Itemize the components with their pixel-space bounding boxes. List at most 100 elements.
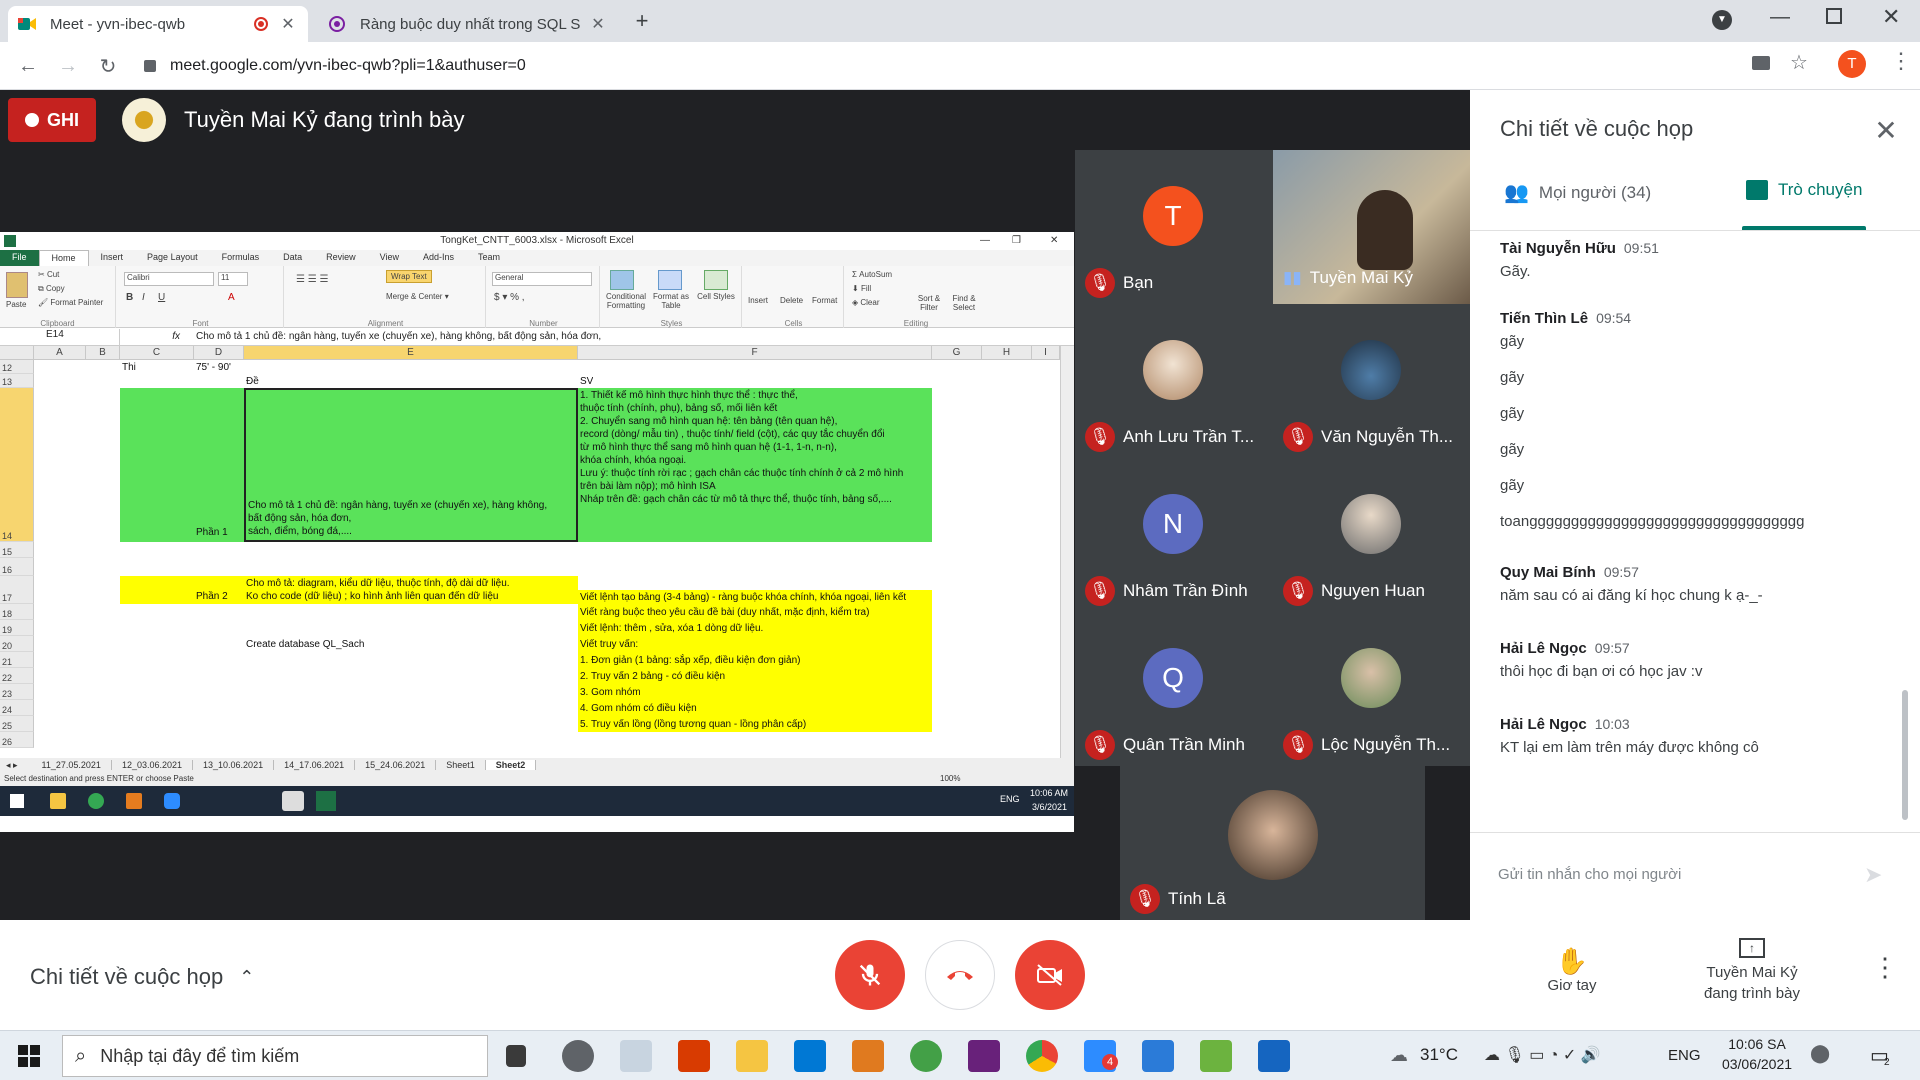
clock[interactable]: 10:06 SA 03/06/2021: [1712, 1036, 1802, 1072]
office-icon[interactable]: [678, 1040, 710, 1072]
copy-button[interactable]: ⧉ Copy: [38, 284, 65, 294]
row-header[interactable]: 13: [0, 374, 34, 388]
font-name-select[interactable]: Calibri: [124, 272, 214, 286]
spreadsheet-grid[interactable]: A B C D E F G H I 12 13 14 15 16 17 18 1…: [0, 346, 1060, 758]
column-header[interactable]: H: [982, 346, 1032, 360]
photos-icon[interactable]: [1258, 1040, 1290, 1072]
meeting-details-button[interactable]: Chi tiết về cuộc họp ⌃: [30, 964, 254, 990]
ribbon-tab-file[interactable]: File: [0, 250, 39, 266]
participant-tile[interactable]: 🎙 Nguyen Huan: [1273, 458, 1470, 612]
row-header[interactable]: 23: [0, 684, 34, 700]
profile-avatar[interactable]: T: [1838, 50, 1866, 78]
snipping-tool-icon[interactable]: [620, 1040, 652, 1072]
sheet-tab[interactable]: 11_27.05.2021: [32, 760, 112, 770]
participant-tile[interactable]: Q 🎙 Quân Trần Minh: [1075, 612, 1273, 766]
app-tray-icon[interactable]: ⬤: [1810, 1043, 1830, 1064]
windows-start-icon[interactable]: [18, 1045, 40, 1067]
sheet-tab[interactable]: 13_10.06.2021: [193, 760, 275, 770]
close-window-icon[interactable]: ✕: [1882, 4, 1900, 30]
number-format-select[interactable]: General: [492, 272, 592, 286]
select-all-corner[interactable]: [0, 346, 34, 360]
sheet-tab-active[interactable]: Sheet2: [485, 760, 537, 770]
row-header[interactable]: 12: [0, 360, 34, 374]
cell-f17[interactable]: Viết lệnh tạo bảng (3-4 bảng) - ràng buộ…: [580, 591, 906, 604]
sheet-nav-icons[interactable]: ◂ ▸: [0, 760, 32, 771]
file-explorer-icon[interactable]: [736, 1040, 768, 1072]
xmind-icon[interactable]: [1200, 1040, 1232, 1072]
excel-close-icon[interactable]: ✕: [1050, 232, 1058, 250]
zoom-level[interactable]: 100%: [940, 772, 960, 786]
temperature[interactable]: 31°C: [1420, 1045, 1458, 1065]
taskbar-search[interactable]: ⌕ Nhập tại đây để tìm kiếm: [62, 1035, 488, 1077]
cell-f13[interactable]: SV: [580, 375, 593, 388]
cell-f18[interactable]: Viết ràng buộc theo yêu cầu đề bài (duy …: [580, 606, 869, 619]
column-header[interactable]: B: [86, 346, 120, 360]
chat-scrollbar[interactable]: [1902, 690, 1908, 820]
cut-button[interactable]: ✂ Cut: [38, 270, 59, 279]
browser-menu-icon[interactable]: ⋮: [1890, 48, 1912, 74]
cell-f24[interactable]: 4. Gom nhóm có điều kiện: [580, 702, 697, 715]
mail-icon[interactable]: [794, 1040, 826, 1072]
chat-message-input[interactable]: Gửi tin nhắn cho mọi người: [1498, 860, 1878, 890]
cell-d12[interactable]: 75' - 90': [196, 361, 231, 374]
row-header[interactable]: 20: [0, 636, 34, 652]
participant-tile-presenter[interactable]: ▮▮ Tuyền Mai Kỷ: [1273, 150, 1470, 304]
cell-d17[interactable]: Phần 2: [196, 590, 228, 603]
fx-icon[interactable]: fx: [120, 331, 190, 342]
cell-f22[interactable]: 2. Truy vấn 2 bảng - có điều kiện: [580, 670, 725, 683]
close-tab-icon[interactable]: ✕: [278, 14, 298, 34]
sheet-tab[interactable]: 14_17.06.2021: [274, 760, 356, 770]
tray-icons[interactable]: ☁ 🎙 ▭ ◔ ✓ 🔊: [1484, 1045, 1601, 1065]
sheet-tab[interactable]: 15_24.06.2021: [355, 760, 437, 770]
clear-button[interactable]: ◈ Clear: [852, 298, 880, 307]
cell-e13[interactable]: Đề: [246, 375, 259, 388]
conditional-formatting-icon[interactable]: [610, 270, 634, 290]
autosum-button[interactable]: Σ AutoSum: [852, 270, 892, 279]
fill-button[interactable]: ⬇ Fill: [852, 284, 871, 293]
format-painter-button[interactable]: 🖌 Format Painter: [38, 298, 103, 307]
row-header[interactable]: 22: [0, 668, 34, 684]
excel-minimize-icon[interactable]: —: [980, 232, 990, 250]
formula-input[interactable]: Cho mô tả 1 chủ đề: ngân hàng, tuyến xe …: [190, 331, 1074, 342]
settings-gear-icon[interactable]: [562, 1040, 594, 1072]
reload-icon[interactable]: ↻: [92, 50, 124, 82]
presenting-button[interactable]: ↑ Tuyền Mai Kỷ đang trình bày: [1682, 938, 1822, 1002]
tab-people[interactable]: 👥 Mọi người (34): [1504, 180, 1651, 205]
zalo-icon[interactable]: 4: [1084, 1040, 1118, 1072]
ribbon-tab-add-ins[interactable]: Add-Ins: [411, 250, 466, 266]
cell-e17[interactable]: Cho mô tả: diagram, kiểu dữ liệu, thuộc …: [246, 577, 576, 603]
sheet-tab[interactable]: Sheet1: [436, 760, 486, 770]
row-header[interactable]: 15: [0, 542, 34, 558]
row-header[interactable]: 16: [0, 558, 34, 576]
cell-f23[interactable]: 3. Gom nhóm: [580, 686, 641, 699]
camera-toggle-button[interactable]: [1015, 940, 1085, 1010]
weather-icon[interactable]: ☁: [1390, 1045, 1408, 1066]
row-header[interactable]: 19: [0, 620, 34, 636]
ribbon-tab-data[interactable]: Data: [271, 250, 314, 266]
column-header[interactable]: A: [34, 346, 86, 360]
row-header[interactable]: 14: [0, 388, 34, 542]
raise-hand-button[interactable]: ✋ Giơ tay: [1540, 946, 1604, 994]
row-header[interactable]: 17: [0, 576, 34, 604]
send-icon[interactable]: ➤: [1864, 862, 1882, 888]
participant-tile[interactable]: N 🎙 Nhâm Trần Đình: [1075, 458, 1273, 612]
row-header[interactable]: 18: [0, 604, 34, 620]
bookmark-star-icon[interactable]: ☆: [1790, 50, 1808, 75]
bold-button[interactable]: B: [126, 292, 133, 303]
participant-tile[interactable]: 🎙 Văn Nguyễn Th...: [1273, 304, 1470, 458]
wrap-text-button[interactable]: Wrap Text: [386, 270, 432, 283]
cell-f14[interactable]: 1. Thiết kế mô hình thực hình thực thể :…: [578, 388, 932, 542]
format-table-icon[interactable]: [658, 270, 682, 290]
camera-blocked-icon[interactable]: [1752, 56, 1770, 70]
column-header[interactable]: G: [932, 346, 982, 360]
font-size-select[interactable]: 11: [218, 272, 248, 286]
cell-f21[interactable]: 1. Đơn giản (1 bảng: sắp xếp, điều kiện …: [580, 654, 800, 667]
row-header[interactable]: 24: [0, 700, 34, 716]
participant-tile[interactable]: 🎙 Lộc Nguyễn Th...: [1273, 612, 1470, 766]
column-header[interactable]: F: [578, 346, 932, 360]
cell-f20[interactable]: Viết truy vấn:: [580, 638, 638, 651]
participant-tile-you[interactable]: T 🎙 Bạn: [1075, 150, 1273, 304]
column-header[interactable]: E: [244, 346, 578, 360]
row-header[interactable]: 21: [0, 652, 34, 668]
more-options-icon[interactable]: ⋮: [1872, 952, 1898, 983]
